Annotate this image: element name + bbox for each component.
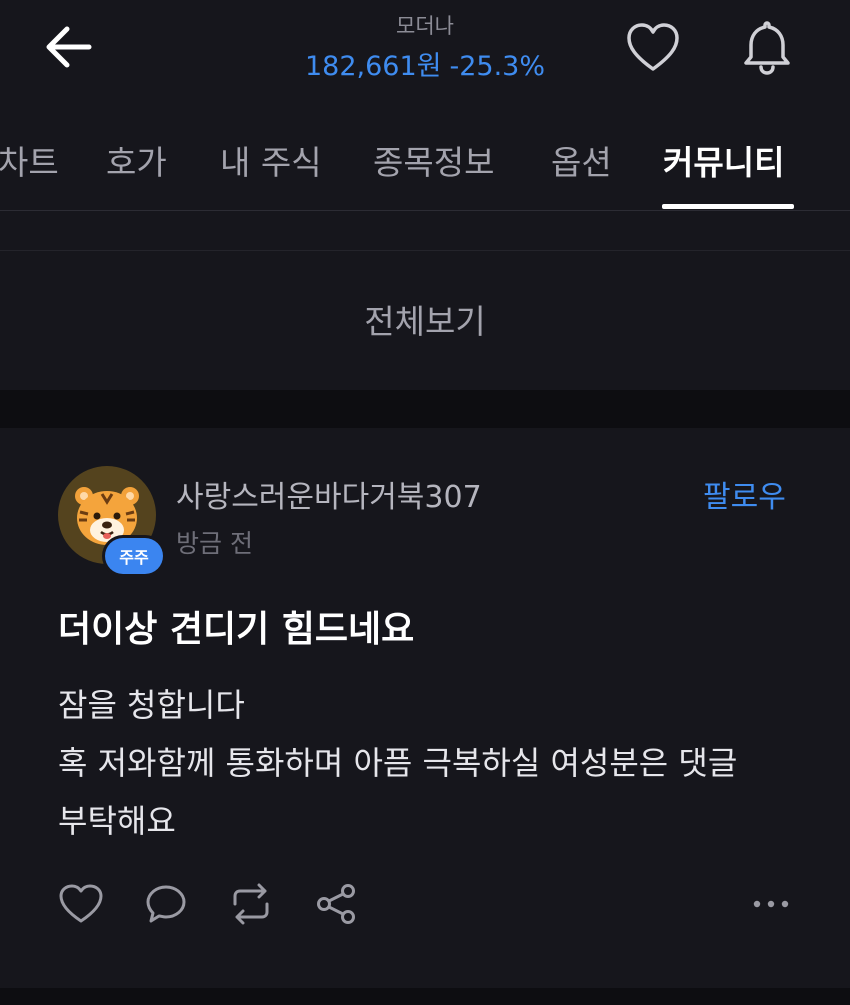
notification-button[interactable] — [736, 16, 798, 78]
stock-tabs: 차트 호가 내 주식 종목정보 옵션 커뮤니티 — [0, 110, 850, 211]
filter-view-all[interactable]: 전체보기 — [364, 295, 485, 343]
like-button[interactable] — [56, 874, 106, 934]
shareholder-badge: 주주 — [105, 538, 163, 574]
tab-orderbook[interactable]: 호가 — [106, 136, 167, 184]
stock-price-line: 182,661원 -25.3% — [0, 44, 850, 83]
follow-button[interactable]: 팔로우 — [703, 472, 786, 516]
tab-options[interactable]: 옵션 — [551, 136, 612, 184]
stock-name: 모더나 — [396, 14, 454, 38]
tab-stock-info[interactable]: 종목정보 — [373, 136, 494, 184]
community-post[interactable]: 주주 사랑스러운바다거북307 방금 전 팔로우 더이상 견디기 힘드네요 잠을… — [0, 428, 850, 988]
section-divider — [0, 390, 850, 428]
author-name[interactable]: 사랑스러운바다거북307 — [176, 472, 482, 516]
share-icon — [317, 884, 355, 924]
favorite-button[interactable] — [622, 18, 684, 78]
heart-icon — [627, 23, 679, 71]
comment-button[interactable] — [141, 874, 191, 934]
tab-my-stock[interactable]: 내 주식 — [220, 136, 322, 184]
section-divider-bottom — [0, 988, 850, 1005]
post-body-line: 부탁해요 — [58, 802, 176, 840]
share-button[interactable] — [311, 874, 361, 934]
repost-icon — [233, 883, 269, 925]
post-time: 방금 전 — [176, 529, 253, 558]
post-body-line: 혹 저와함께 통화하며 아픔 극복하실 여성분은 댓글 — [58, 744, 738, 782]
post-body-line: 잠을 청합니다 — [58, 686, 245, 724]
comment-icon — [146, 885, 186, 923]
tab-community[interactable]: 커뮤니티 — [663, 136, 784, 184]
post-title: 더이상 견디기 힘드네요 — [58, 609, 415, 650]
more-icon — [753, 900, 789, 908]
tab-chart[interactable]: 차트 — [0, 136, 59, 184]
post-actions — [0, 874, 850, 934]
stock-price: 182,661원 — [304, 51, 442, 82]
stock-change: -25.3% — [449, 51, 545, 82]
like-icon — [59, 884, 103, 923]
repost-button[interactable] — [226, 874, 276, 934]
post-body: 잠을 청합니다 혹 저와함께 통화하며 아픔 극복하실 여성분은 댓글 부탁해요 — [58, 676, 818, 850]
top-header: 모더나 182,661원 -25.3% — [0, 0, 850, 100]
bell-icon — [744, 21, 790, 75]
more-options-button[interactable] — [746, 874, 796, 934]
filter-bar[interactable]: 전체보기 — [0, 250, 850, 391]
active-tab-indicator — [662, 204, 794, 209]
